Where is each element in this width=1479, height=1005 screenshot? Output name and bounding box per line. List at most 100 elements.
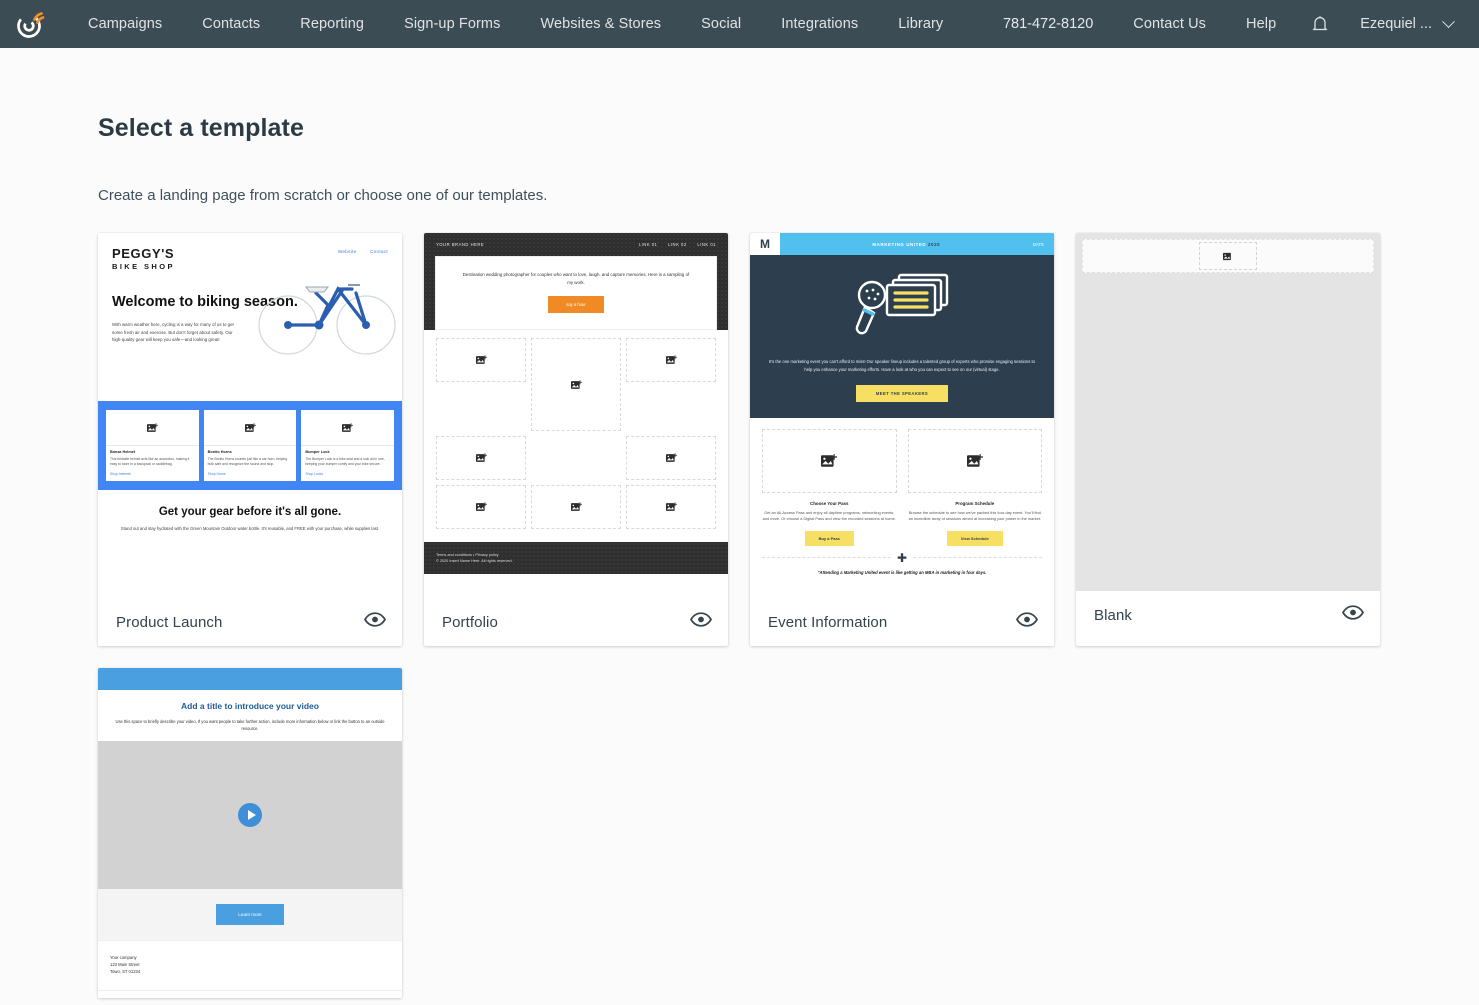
template-name-label: Product Launch: [116, 614, 222, 631]
preview-product-link: Shop helmets: [110, 472, 195, 476]
preview-topbar-title: MARKETING UNITED 2020: [780, 242, 1033, 247]
nav-item-social[interactable]: Social: [681, 0, 761, 48]
eye-icon[interactable]: [690, 612, 712, 632]
preview-hero-button: MEET THE SPEAKERS: [856, 385, 948, 402]
preview-nav-links: LINK 01 LINK 02 LINK 01: [630, 242, 716, 247]
image-placeholder-icon: [301, 410, 394, 446]
preview-address-line2: 123 Main Street: [110, 961, 390, 968]
chevron-down-icon: [1442, 15, 1455, 28]
secondary-nav-links: 781-472-8120 Contact Us Help Ezequiel ..…: [983, 0, 1463, 48]
preview-cta-body: Stand out and stay hydrated with the Gre…: [116, 525, 384, 532]
preview-nav-link-2: LINK 02: [668, 242, 687, 247]
template-name-label: Portfolio: [442, 614, 498, 631]
preview-divider: ✚: [762, 557, 1042, 569]
preview-cta-button: say a hour: [548, 296, 604, 313]
template-name-label: Event Information: [768, 614, 887, 631]
notification-bell-icon[interactable]: [1296, 15, 1344, 33]
preview-product-strip: Bonza Helmet This foldable helmet acts l…: [98, 401, 402, 490]
preview-info-column: Choose Your Pass Get an All-Access Pass …: [762, 429, 897, 546]
template-card-event-information[interactable]: M MARKETING UNITED 2020 DATE: [750, 233, 1054, 646]
microphone-speech-bubble-icon: [847, 269, 957, 341]
template-card-product-launch[interactable]: PEGGY'S BIKE SHOP Website Contact Welcom…: [98, 233, 402, 646]
preview-topbar-title-text: MARKETING UNITED: [872, 242, 926, 247]
card-footer: Portfolio: [424, 598, 728, 646]
preview-product-card: Bonito Horns The Bonito Horns sounds jus…: [204, 410, 297, 481]
preview-logo-letter: M: [760, 237, 770, 251]
nav-item-integrations[interactable]: Integrations: [761, 0, 878, 48]
support-phone-number: 781-472-8120: [983, 16, 1113, 32]
image-placeholder-icon: [1199, 242, 1257, 270]
template-grid: PEGGY'S BIKE SHOP Website Contact Welcom…: [98, 233, 1398, 998]
page-content: Select a template Create a landing page …: [0, 114, 1479, 998]
bicycle-illustration: [256, 263, 396, 363]
preview-body-text: With warm weather here, cycling is a way…: [112, 321, 234, 344]
nav-item-contacts[interactable]: Contacts: [182, 0, 280, 48]
image-placeholder-icon: [436, 436, 526, 480]
nav-item-sign-up-forms[interactable]: Sign-up Forms: [384, 0, 520, 48]
preview-column-title: Choose Your Pass: [762, 501, 897, 506]
template-card-blank[interactable]: Blank: [1076, 233, 1380, 646]
image-placeholder-icon: [531, 485, 621, 529]
nav-item-campaigns[interactable]: Campaigns: [68, 0, 182, 48]
preview-address-line3: Town, ST 01234: [110, 968, 390, 975]
preview-body-text: Use this space to briefly describe your …: [110, 719, 390, 732]
page-subtitle: Create a landing page from scratch or ch…: [98, 187, 1479, 204]
preview-brand: YOUR BRAND HERE: [436, 242, 484, 247]
template-name-label: Blank: [1094, 607, 1132, 624]
nav-item-contact-us[interactable]: Contact Us: [1113, 0, 1226, 48]
nav-item-help[interactable]: Help: [1226, 0, 1296, 48]
nav-item-websites-stores[interactable]: Websites & Stores: [520, 0, 681, 48]
preview-product-card: Bumper Lock The Bumper Lock is a bike se…: [301, 410, 394, 481]
preview-footer-line2: © 2020 Insert Name Here. All rights rese…: [436, 558, 716, 564]
card-footer: Blank: [1076, 591, 1380, 639]
image-placeholder-icon: [762, 429, 897, 493]
nav-item-reporting[interactable]: Reporting: [280, 0, 384, 48]
page-title: Select a template: [98, 114, 1479, 143]
preview-logo-mark: M: [750, 233, 780, 255]
template-thumbnail: [1076, 233, 1380, 591]
template-card-portfolio[interactable]: YOUR BRAND HERE LINK 01 LINK 02 LINK 01 …: [424, 233, 728, 646]
image-placeholder-icon: [436, 485, 526, 529]
account-menu[interactable]: Ezequiel ...: [1344, 16, 1463, 32]
eye-icon[interactable]: [1016, 612, 1038, 632]
image-placeholder-icon: [626, 338, 716, 382]
card-footer: Event Information: [750, 598, 1054, 646]
preview-product-link: Shop Locks: [305, 472, 390, 476]
preview-nav-link-1: LINK 01: [639, 242, 658, 247]
image-placeholder-icon: [436, 338, 526, 382]
preview-product-link: Shop Horns: [208, 472, 293, 476]
preview-topbar-date: DATE: [1033, 242, 1054, 247]
nav-item-library[interactable]: Library: [878, 0, 963, 48]
card-footer: Product Launch: [98, 598, 402, 646]
image-placeholder-icon: [908, 429, 1043, 493]
preview-column-title: Program Schedule: [908, 501, 1043, 506]
preview-learn-more-button: Learn more: [216, 904, 284, 925]
template-thumbnail: YOUR BRAND HERE LINK 01 LINK 02 LINK 01 …: [424, 233, 728, 598]
preview-column-body: Get an All-Access Pass and enjoy all day…: [762, 510, 897, 523]
preview-column-body: Browse the schedule to see how we've pac…: [908, 510, 1043, 523]
preview-product-body: The Bonito Horns sounds just like a car …: [208, 457, 293, 468]
preview-nav-links: Website Contact: [326, 249, 388, 254]
preview-cta-headline: Get your gear before it's all gone.: [116, 506, 384, 518]
preview-product-body: This foldable helmet acts like an accord…: [110, 457, 195, 468]
eye-icon[interactable]: [1342, 605, 1364, 625]
preview-quote: "Attending a Marketing United event is l…: [762, 569, 1042, 576]
preview-intro-text: Destination wedding photographer for cou…: [460, 271, 692, 286]
preview-info-column: Program Schedule Browse the schedule to …: [908, 429, 1043, 546]
template-card-video[interactable]: Add a title to introduce your video Use …: [98, 668, 402, 998]
preview-column-button: Buy a Pass: [805, 531, 854, 546]
eye-icon[interactable]: [364, 612, 386, 632]
preview-product-card: Bonza Helmet This foldable helmet acts l…: [106, 410, 199, 481]
preview-column-button: View Schedule: [947, 531, 1003, 546]
play-button-icon: [238, 803, 262, 827]
preview-top-band: [98, 668, 402, 690]
preview-topbar-year: 2020: [928, 242, 940, 247]
preview-product-title: Bonito Horns: [208, 450, 293, 454]
account-name-label: Ezequiel ...: [1360, 16, 1432, 32]
preview-headline: Add a title to introduce your video: [110, 701, 390, 711]
plus-icon: ✚: [893, 552, 911, 564]
image-placeholder-icon: [626, 436, 716, 480]
template-thumbnail: Add a title to introduce your video Use …: [98, 668, 402, 998]
preview-nav-link-contact: Contact: [370, 249, 388, 254]
constant-contact-logo-icon[interactable]: [14, 7, 48, 41]
